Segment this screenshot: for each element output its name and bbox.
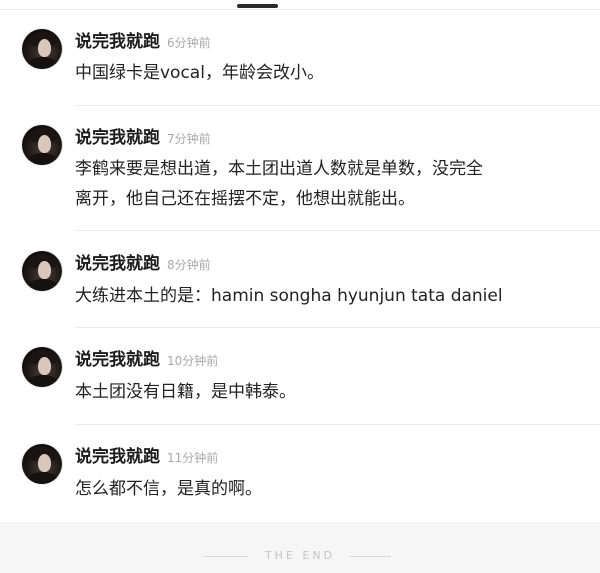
username[interactable]: 说完我就跑 bbox=[75, 447, 160, 467]
avatar-shoulder bbox=[28, 279, 58, 291]
username[interactable]: 说完我就跑 bbox=[75, 350, 160, 370]
timestamp: 6分钟前 bbox=[167, 36, 211, 50]
timestamp: 7分钟前 bbox=[167, 132, 211, 146]
timestamp: 10分钟前 bbox=[167, 354, 219, 368]
avatar[interactable] bbox=[22, 29, 62, 69]
comment-line: 离开，他自己还在摇摆不定，他想出就能出。 bbox=[75, 189, 415, 209]
avatar-face bbox=[38, 261, 51, 279]
drag-handle[interactable] bbox=[237, 4, 278, 8]
avatar-shoulder bbox=[28, 375, 58, 387]
avatar-face bbox=[38, 454, 51, 472]
comment-header: 说完我就跑 7分钟前 bbox=[75, 127, 211, 149]
comment-line: 中国绿卡是vocal，年龄会改小。 bbox=[75, 63, 324, 83]
footer: THE END bbox=[0, 522, 600, 573]
footer-rule-right bbox=[349, 556, 391, 557]
timestamp: 11分钟前 bbox=[167, 451, 219, 465]
comment-line: 大练进本土的是：hamin songha hyunjun tata daniel bbox=[75, 286, 503, 306]
comment-text: 中国绿卡是vocal，年龄会改小。 bbox=[75, 58, 580, 88]
avatar-face bbox=[38, 135, 51, 153]
avatar-face bbox=[38, 39, 51, 57]
comment-divider bbox=[75, 327, 600, 328]
comment-text: 李鹤来要是想出道，本土团出道人数就是单数，没完全 离开，他自己还在摇摆不定，他想… bbox=[75, 154, 580, 214]
comment-divider bbox=[75, 230, 600, 231]
avatar-shoulder bbox=[28, 472, 58, 484]
comment-divider bbox=[75, 424, 600, 425]
avatar[interactable] bbox=[22, 347, 62, 387]
avatar-face bbox=[38, 357, 51, 375]
comment-divider bbox=[75, 105, 600, 106]
avatar-shoulder bbox=[28, 57, 58, 69]
comment-text: 本土团没有日籍，是中韩泰。 bbox=[75, 377, 580, 407]
comment-text: 大练进本土的是：hamin songha hyunjun tata daniel bbox=[75, 281, 580, 311]
the-end-label: THE END bbox=[264, 549, 336, 562]
username[interactable]: 说完我就跑 bbox=[75, 128, 160, 148]
comment-header: 说完我就跑 11分钟前 bbox=[75, 446, 218, 468]
comment-line: 本土团没有日籍，是中韩泰。 bbox=[75, 382, 296, 402]
top-divider bbox=[0, 9, 600, 10]
avatar-shoulder bbox=[28, 153, 58, 165]
username[interactable]: 说完我就跑 bbox=[75, 32, 160, 52]
comment-header: 说完我就跑 10分钟前 bbox=[75, 349, 218, 371]
comment-line: 李鹤来要是想出道，本土团出道人数就是单数，没完全 bbox=[75, 159, 483, 179]
comment-text: 怎么都不信，是真的啊。 bbox=[75, 474, 580, 504]
avatar[interactable] bbox=[22, 251, 62, 291]
comment-header: 说完我就跑 8分钟前 bbox=[75, 253, 211, 275]
comment-line: 怎么都不信，是真的啊。 bbox=[75, 479, 262, 499]
avatar[interactable] bbox=[22, 444, 62, 484]
avatar[interactable] bbox=[22, 125, 62, 165]
comment-header: 说完我就跑 6分钟前 bbox=[75, 31, 211, 53]
username[interactable]: 说完我就跑 bbox=[75, 254, 160, 274]
timestamp: 8分钟前 bbox=[167, 258, 211, 272]
